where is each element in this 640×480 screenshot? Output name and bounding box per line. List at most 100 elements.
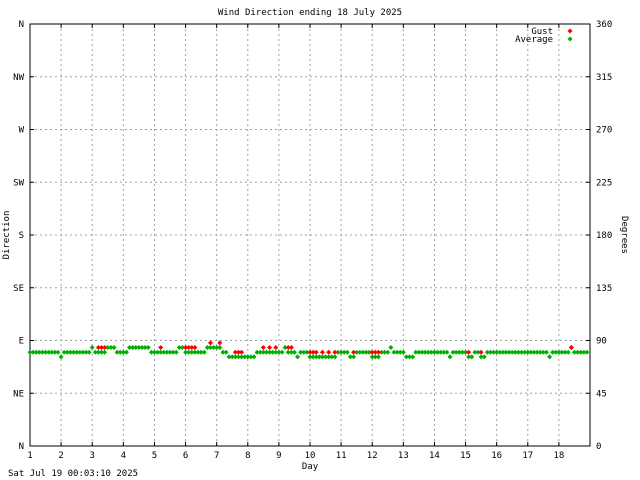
grid-lines xyxy=(30,24,590,446)
average-point xyxy=(89,345,95,351)
x-tick-label: 18 xyxy=(553,451,564,461)
gust-point xyxy=(158,345,164,351)
average-point xyxy=(469,354,475,360)
average-point xyxy=(123,349,129,355)
gust-point xyxy=(466,349,472,355)
x-tick-label: 14 xyxy=(429,451,440,461)
average-point xyxy=(55,349,61,355)
y-tick-label-right: 180 xyxy=(596,231,612,241)
y-tick-label-right: 225 xyxy=(596,178,612,188)
x-tick-label: 7 xyxy=(214,451,219,461)
average-point xyxy=(201,349,207,355)
legend-label-average: Average xyxy=(515,35,553,45)
gust-point xyxy=(217,340,223,346)
average-point xyxy=(279,349,285,355)
wind-direction-chart: Wind Direction ending 18 July 2025 12345… xyxy=(2,8,629,472)
y-tick-label-right: 315 xyxy=(596,73,612,83)
y-tick-label-right: 360 xyxy=(596,20,612,30)
timestamp: Sat Jul 19 00:03:10 2025 xyxy=(8,469,139,479)
y-tick-label-right: 45 xyxy=(596,389,607,399)
average-point xyxy=(547,354,553,360)
average-point xyxy=(565,349,571,355)
chart-title: Wind Direction ending 18 July 2025 xyxy=(218,8,402,18)
x-tick-label: 3 xyxy=(90,451,95,461)
gust-point xyxy=(313,349,319,355)
gust-point xyxy=(267,345,273,351)
gust-point xyxy=(351,349,357,355)
x-tick-label: 1 xyxy=(27,451,32,461)
y-axis-label-left: Direction xyxy=(2,211,12,260)
y-tick-label-left: E xyxy=(19,337,24,347)
average-point xyxy=(332,354,338,360)
y-tick-label-left: NW xyxy=(13,73,24,83)
gust-point xyxy=(478,349,484,355)
y-tick-label-left: S xyxy=(19,231,24,241)
x-tick-label: 4 xyxy=(121,451,126,461)
gust-point xyxy=(207,340,213,346)
x-tick-label: 13 xyxy=(398,451,409,461)
average-point xyxy=(217,345,223,351)
average-point xyxy=(584,349,590,355)
x-tick-label: 15 xyxy=(460,451,471,461)
x-tick-label: 6 xyxy=(183,451,188,461)
average-point xyxy=(543,349,549,355)
average-point xyxy=(291,349,297,355)
x-tick-label: 8 xyxy=(245,451,250,461)
gust-point xyxy=(260,345,266,351)
x-tick-label: 9 xyxy=(276,451,281,461)
gust-point xyxy=(319,349,325,355)
average-point xyxy=(111,345,117,351)
average-point xyxy=(58,354,64,360)
y-tick-label-left: N xyxy=(19,442,24,452)
x-tick-label: 16 xyxy=(491,451,502,461)
legend-marker-gust xyxy=(567,28,573,34)
average-point xyxy=(86,349,92,355)
average-point xyxy=(223,349,229,355)
average-point xyxy=(400,349,406,355)
average-point xyxy=(351,354,357,360)
legend-marker-average xyxy=(567,36,573,42)
x-axis-label: Day xyxy=(302,462,319,472)
gust-point xyxy=(102,345,108,351)
average-point xyxy=(410,354,416,360)
average-point xyxy=(145,345,151,351)
gust-point xyxy=(332,349,338,355)
gust-point xyxy=(192,345,198,351)
x-tick-label: 11 xyxy=(336,451,347,461)
gust-point xyxy=(375,349,381,355)
gust-point xyxy=(568,345,574,351)
axis-ticks: 1 2 3 4 5 6 7 8 9 10 11 12 13 14 15 16 17 18NNEESESSWWNWN… xyxy=(13,20,612,461)
average-point xyxy=(344,349,350,355)
x-tick-label: 17 xyxy=(522,451,533,461)
x-tick-label: 10 xyxy=(305,451,316,461)
x-tick-label: 5 xyxy=(152,451,157,461)
gust-point xyxy=(239,349,245,355)
y-axis-label-right: Degrees xyxy=(619,216,629,254)
y-tick-label-left: SE xyxy=(13,284,24,294)
y-tick-label-right: 0 xyxy=(596,442,601,452)
average-point xyxy=(295,354,301,360)
y-tick-label-right: 90 xyxy=(596,337,607,347)
y-tick-label-right: 270 xyxy=(596,126,612,136)
y-tick-label-left: SW xyxy=(13,178,24,188)
y-tick-label-right: 135 xyxy=(596,284,612,294)
average-point xyxy=(447,354,453,360)
average-point xyxy=(388,345,394,351)
gust-point xyxy=(273,345,279,351)
y-tick-label-left: NE xyxy=(13,389,24,399)
average-point xyxy=(444,349,450,355)
legend: GustAverage xyxy=(515,27,573,45)
average-point xyxy=(173,349,179,355)
x-tick-label: 2 xyxy=(58,451,63,461)
average-point xyxy=(375,354,381,360)
gust-point xyxy=(326,349,332,355)
average-point xyxy=(251,354,257,360)
x-tick-label: 12 xyxy=(367,451,378,461)
y-tick-label-left: N xyxy=(19,20,24,30)
average-point xyxy=(481,354,487,360)
data-points xyxy=(27,340,590,360)
average-point xyxy=(385,349,391,355)
y-tick-label-left: W xyxy=(19,126,25,136)
average-point xyxy=(102,349,108,355)
gust-point xyxy=(288,345,294,351)
